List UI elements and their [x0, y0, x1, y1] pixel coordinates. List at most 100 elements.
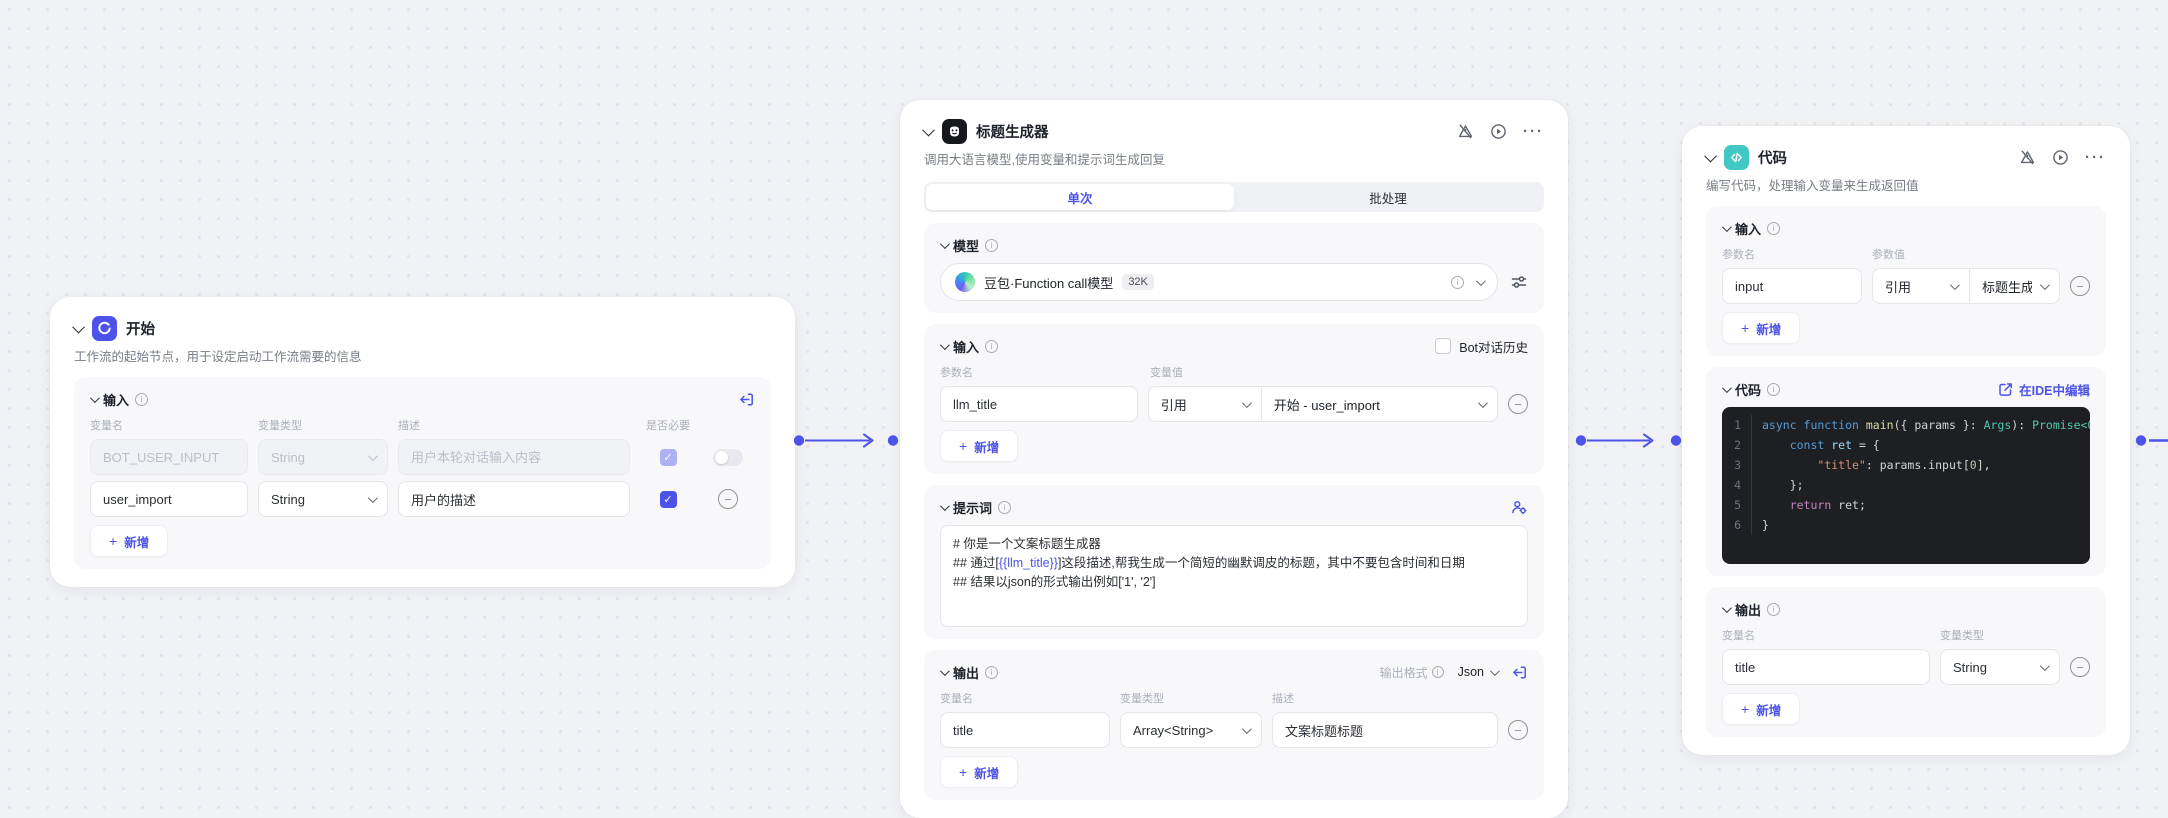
tab-batch[interactable]: 批处理 [1234, 184, 1542, 210]
variable-name-input[interactable] [103, 449, 235, 465]
chevron-down-icon[interactable] [922, 123, 935, 136]
tab-single[interactable]: 单次 [926, 184, 1234, 210]
variable-desc-input[interactable] [411, 491, 617, 507]
node-title: 开始 [126, 321, 155, 338]
section-title: 输入 [1735, 221, 1762, 237]
prompt-textarea[interactable]: # 你是一个文案标题生成器 ## 通过[{{llm_title}}]这段描述,帮… [940, 525, 1528, 627]
model-logo-icon [955, 272, 975, 292]
ref-value-select[interactable]: 标题生成器 - [1970, 269, 2059, 303]
run-node-icon[interactable] [2052, 149, 2069, 166]
more-options-icon[interactable]: ··· [2085, 149, 2106, 166]
remove-row-button[interactable]: − [1508, 394, 1528, 414]
import-params-icon[interactable] [1511, 664, 1528, 681]
output-format-select[interactable]: Json [1458, 665, 1500, 679]
bot-history-label: Bot对话历史 [1459, 340, 1528, 355]
chevron-down-icon [1241, 723, 1252, 734]
run-node-icon[interactable] [1490, 123, 1507, 140]
table-row: Array<String> − [940, 712, 1528, 748]
code-node[interactable]: 代码 ··· 编写代码，处理输入变量来生成返回值 输入 i 参数名 参数值 in… [1682, 126, 2130, 755]
ref-type-select[interactable]: 引用 [1873, 269, 1969, 303]
llm-node[interactable]: 标题生成器 ··· 调用大语言模型,使用变量和提示词生成回复 单次 批处理 模型… [900, 100, 1568, 818]
model-select[interactable]: 豆包·Function call模型 32K i [940, 263, 1498, 301]
column-label: 变量名 [90, 420, 123, 432]
code-line: 4 }; [1722, 475, 2090, 495]
prompt-optimize-icon[interactable] [1511, 499, 1528, 516]
test-run-warning-icon[interactable] [1457, 123, 1474, 140]
remove-row-button[interactable]: − [2070, 276, 2090, 296]
info-icon: i [985, 339, 999, 353]
remove-row-button[interactable]: − [2070, 657, 2090, 677]
workflow-canvas[interactable]: 开始 工作流的起始节点，用于设定启动工作流需要的信息 输入 i 变量名 变量类型… [0, 0, 2168, 818]
add-variable-button[interactable]: + 新增 [940, 756, 1019, 788]
chevron-down-icon[interactable] [1721, 221, 1732, 232]
chevron-down-icon [1949, 279, 1960, 290]
chevron-down-icon [367, 450, 378, 461]
column-label: 变量类型 [1120, 693, 1164, 705]
model-settings-icon[interactable] [1510, 273, 1528, 291]
code-input-port[interactable] [1670, 435, 1682, 446]
more-options-icon[interactable]: ··· [1523, 123, 1544, 140]
chevron-down-icon [1477, 397, 1488, 408]
bot-history-checkbox[interactable] [1435, 338, 1452, 354]
table-row: String ✓ [90, 439, 755, 475]
code-input-card: 输入 i 参数名 参数值 引用 标题生成器 - − +新增 [1706, 206, 2106, 356]
variable-desc-input[interactable] [411, 449, 617, 465]
remove-row-button[interactable]: − [1508, 720, 1528, 740]
column-label: 变量名 [1722, 630, 1755, 642]
required-checkbox[interactable]: ✓ [659, 490, 677, 508]
node-description: 调用大语言模型,使用变量和提示词生成回复 [924, 153, 1165, 167]
add-param-button[interactable]: + 新增 [940, 430, 1019, 462]
start-node[interactable]: 开始 工作流的起始节点，用于设定启动工作流需要的信息 输入 i 变量名 变量类型… [50, 297, 795, 587]
info-icon: i [135, 392, 149, 406]
import-params-icon[interactable] [738, 391, 755, 408]
info-icon: i [1767, 602, 1781, 616]
code-line: 6} [1722, 515, 2090, 535]
code-editor[interactable]: 1 async function main({ params }: Args): … [1722, 407, 2090, 564]
param-name-input[interactable] [1735, 278, 1849, 294]
section-title: 输入 [953, 339, 980, 355]
variable-name-input[interactable] [103, 491, 235, 507]
chevron-down-icon[interactable] [939, 238, 950, 249]
output-format-label: 输出格式 [1379, 665, 1428, 680]
edge-llm-to-code [1575, 433, 1682, 448]
run-mode-tabs: 单次 批处理 [924, 182, 1544, 212]
add-variable-button[interactable]: + 新增 [1722, 693, 1801, 725]
ref-type-select[interactable]: 引用 [1149, 387, 1261, 421]
remove-row-button[interactable]: − [718, 489, 738, 509]
chevron-down-icon[interactable] [89, 392, 100, 403]
info-icon[interactable]: i [1451, 275, 1464, 289]
variable-type-select[interactable]: String [258, 481, 388, 517]
variable-type-select[interactable]: Array<String> [1120, 712, 1262, 748]
chevron-down-icon[interactable] [1721, 382, 1732, 393]
chevron-down-icon[interactable] [1704, 149, 1717, 162]
edit-in-ide-button[interactable]: 在IDE中编辑 [1998, 380, 2090, 399]
llm-output-port[interactable] [1575, 435, 1587, 446]
add-param-button[interactable]: + 新增 [1722, 312, 1801, 344]
section-title: 输出 [953, 665, 980, 681]
variable-desc-input[interactable] [1285, 722, 1485, 738]
table-row: 引用 开始 - user_import − [940, 386, 1528, 422]
chevron-down-icon[interactable] [939, 339, 950, 350]
variable-type-select[interactable]: String [258, 439, 388, 475]
prompt-variable-token: {{llm_title}} [998, 556, 1058, 570]
chevron-down-icon[interactable] [72, 320, 85, 333]
chevron-down-icon[interactable] [939, 500, 950, 511]
code-line: 2 const ret = { [1722, 435, 2090, 455]
llm-input-port[interactable] [887, 435, 899, 446]
plus-icon: + [959, 764, 968, 780]
add-variable-button[interactable]: + 新增 [90, 525, 169, 557]
variable-name-input[interactable] [1735, 659, 1917, 675]
start-output-port[interactable] [793, 435, 805, 446]
code-output-port[interactable] [2135, 435, 2147, 446]
required-checkbox[interactable]: ✓ [659, 448, 677, 466]
param-name-input[interactable] [953, 396, 1125, 412]
test-run-warning-icon[interactable] [2019, 149, 2036, 166]
info-icon: i [985, 238, 999, 252]
chevron-down-icon[interactable] [1721, 602, 1732, 613]
enable-toggle[interactable] [713, 448, 743, 466]
code-card: 代码 i 在IDE中编辑 1 async function main({ para… [1706, 367, 2106, 576]
ref-value-select[interactable]: 开始 - user_import [1262, 387, 1497, 421]
variable-name-input[interactable] [953, 722, 1097, 738]
variable-type-select[interactable]: String [1940, 649, 2060, 685]
chevron-down-icon[interactable] [939, 665, 950, 676]
